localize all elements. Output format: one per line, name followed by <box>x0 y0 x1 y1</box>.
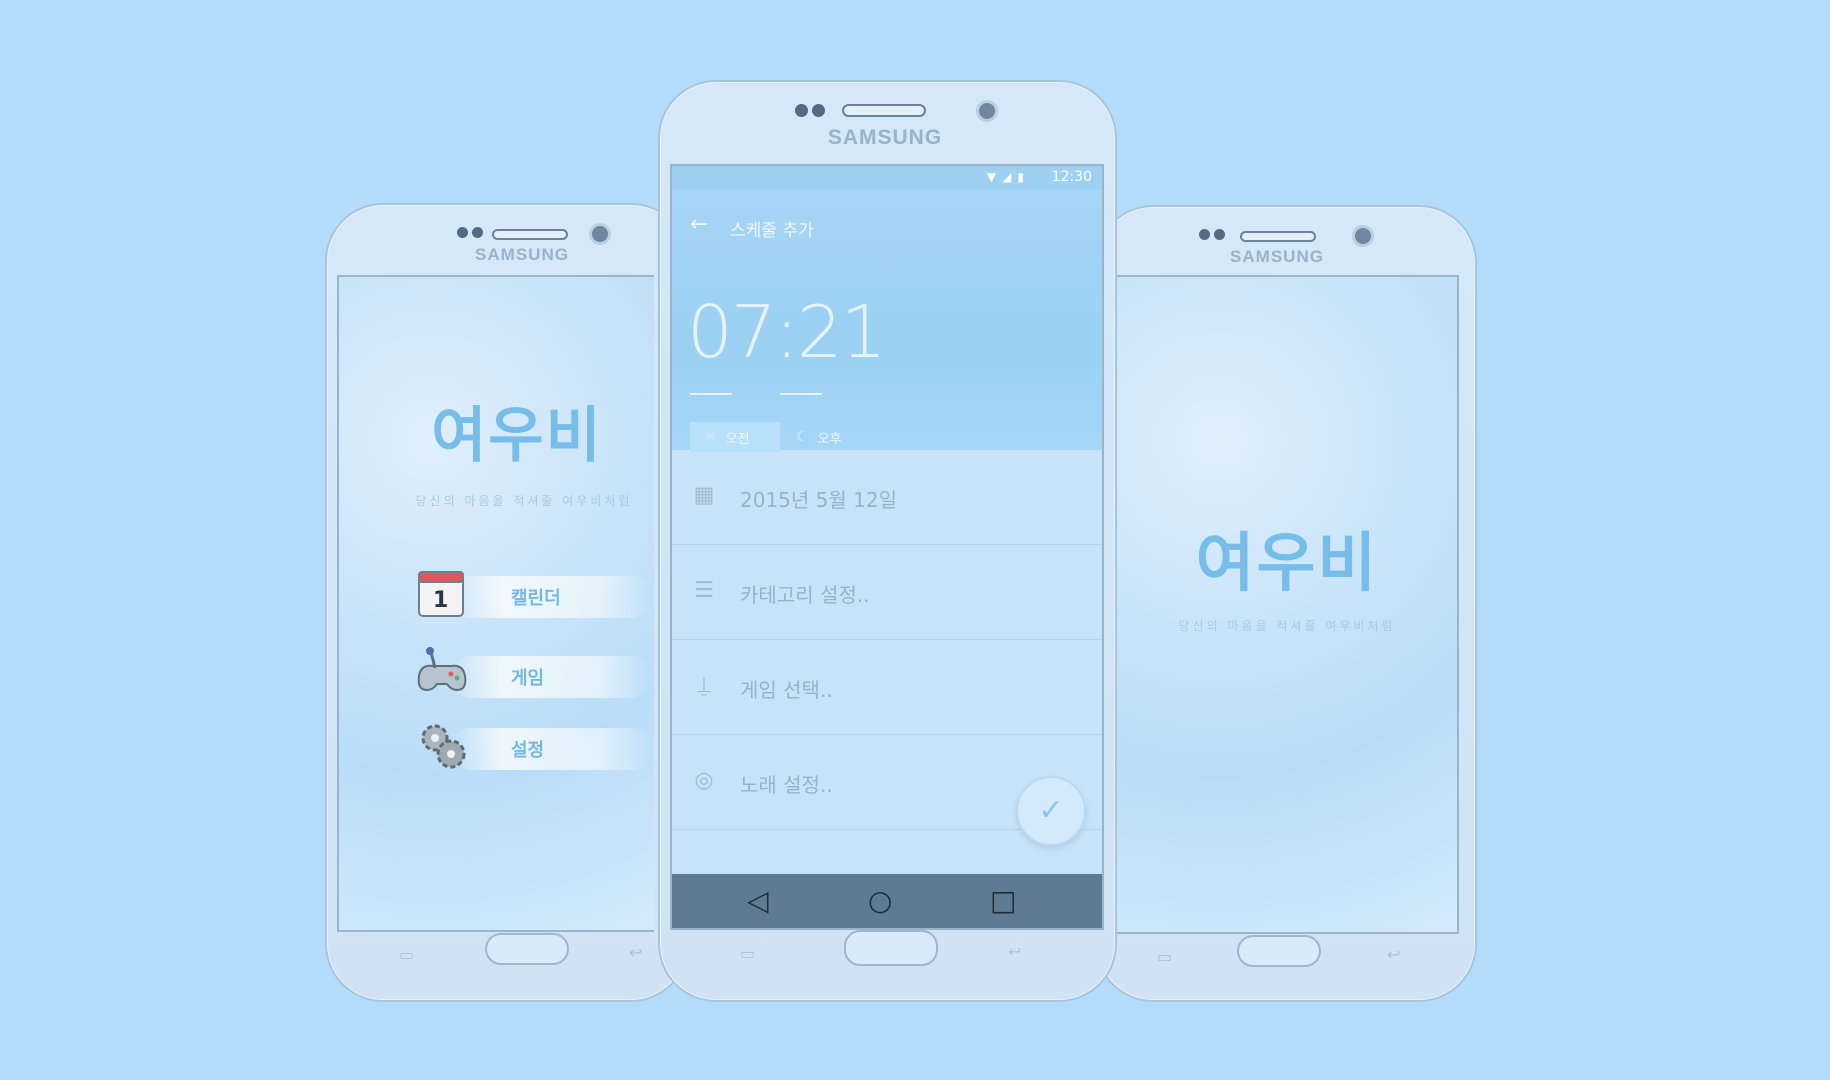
wifi-icon: ▼ <box>986 170 1003 184</box>
menu-streak <box>451 728 651 770</box>
back-soft-key-icon[interactable]: ↩ <box>629 943 642 962</box>
battery-icon: ▮ <box>1017 170 1030 184</box>
recents-soft-key-icon[interactable]: ▭ <box>740 944 755 963</box>
home-circle-icon[interactable]: ○ <box>868 886 892 916</box>
sensor-dots <box>457 227 483 238</box>
speaker-grille <box>1240 231 1316 242</box>
brand-logo: SAMSUNG <box>1230 247 1324 266</box>
app-tagline: 당신의 마음을 적셔줄 여우비처럼 <box>1178 619 1396 633</box>
center-screen: ▼◢▮ 12:30 ← 스케줄 추가 07:21 ☼ 오전 ☾ 오후 ▦ 201… <box>670 164 1104 930</box>
app-logo: 여우비 <box>1195 527 1379 601</box>
brand-logo: SAMSUNG <box>475 245 569 264</box>
front-camera-icon <box>1352 225 1374 247</box>
recents-soft-key-icon[interactable]: ▭ <box>1157 947 1172 966</box>
signal-icon: ◢ <box>1002 170 1018 184</box>
calendar-grid-icon: ▦ <box>693 483 715 508</box>
game-field[interactable]: ⍊ 게임 선택.. <box>672 640 1102 735</box>
status-time: 12:30 <box>1051 169 1092 185</box>
speaker-grille <box>492 229 568 240</box>
menu-label-calendar: 캘린더 <box>511 588 561 609</box>
brand-logo: SAMSUNG <box>827 126 943 149</box>
confirm-fab[interactable]: ✓ <box>1016 776 1086 846</box>
menu-label-settings: 설정 <box>511 740 545 761</box>
recents-square-icon[interactable]: □ <box>990 886 1016 916</box>
menu-item-settings[interactable]: 설정 <box>411 714 651 784</box>
category-placeholder: 카테고리 설정.. <box>740 583 870 607</box>
back-arrow-icon[interactable]: ← <box>690 212 708 237</box>
music-disc-icon: ◎ <box>694 768 714 793</box>
list-icon: ☰ <box>694 578 714 603</box>
back-soft-key-icon[interactable]: ↩ <box>1387 945 1400 964</box>
music-placeholder: 노래 설정.. <box>740 773 833 797</box>
home-button[interactable] <box>844 930 938 966</box>
game-placeholder: 게임 선택.. <box>740 678 833 702</box>
calendar-icon: 1 <box>418 571 464 617</box>
home-button[interactable] <box>485 933 569 965</box>
check-icon: ✓ <box>1038 793 1064 828</box>
phone-right: SAMSUNG 여우비 당신의 마음을 적셔줄 여우비처럼 ▭ ↩ <box>1095 205 1477 1002</box>
minute-underline <box>780 393 822 395</box>
menu-item-calendar[interactable]: 1 캘린더 <box>411 562 651 632</box>
am-toggle[interactable]: ☼ 오전 <box>690 422 780 452</box>
gear-icon <box>421 724 466 769</box>
back-triangle-icon[interactable]: ◁ <box>747 886 769 916</box>
pm-label: 오후 <box>817 431 842 447</box>
menu-item-game[interactable]: 게임 <box>411 642 651 712</box>
status-bar: ▼◢▮ 12:30 <box>672 166 1102 190</box>
sensor-dots <box>1199 229 1225 240</box>
pm-toggle[interactable]: ☾ 오후 <box>782 422 856 452</box>
front-camera-icon <box>589 223 611 245</box>
sun-icon: ☼ <box>704 429 716 445</box>
back-soft-key-icon[interactable]: ↩ <box>1008 942 1021 961</box>
app-logo: 여우비 <box>431 401 603 471</box>
category-field[interactable]: ☰ 카테고리 설정.. <box>672 545 1102 640</box>
phone-center: SAMSUNG ▼◢▮ 12:30 ← 스케줄 추가 07:21 ☼ 오전 ☾ … <box>658 80 1117 1002</box>
menu-streak <box>451 656 651 698</box>
svg-text:1: 1 <box>433 588 448 613</box>
date-field[interactable]: ▦ 2015년 5월 12일 <box>672 450 1102 545</box>
time-display[interactable]: 07:21 <box>687 290 886 374</box>
joystick-icon: ⍊ <box>697 673 711 698</box>
navigation-bar: ◁ ○ □ <box>672 874 1102 928</box>
sensor-dots <box>795 104 825 117</box>
hour-underline <box>690 393 732 395</box>
time-picker-header: ← 스케줄 추가 07:21 ☼ 오전 ☾ 오후 <box>672 190 1102 452</box>
phone-left: SAMSUNG 여우비 당신의 마음을 적셔줄 여우비처럼 1 캘린더 게임 설… <box>325 203 689 1002</box>
speaker-grille <box>842 104 926 117</box>
home-button[interactable] <box>1237 935 1321 967</box>
moon-icon: ☾ <box>796 429 808 445</box>
date-value: 2015년 5월 12일 <box>740 488 897 512</box>
status-icons: ▼◢▮ <box>987 170 1030 184</box>
gamepad-icon <box>417 647 467 692</box>
recents-soft-key-icon[interactable]: ▭ <box>399 945 414 964</box>
menu-label-game: 게임 <box>511 668 545 689</box>
am-label: 오전 <box>725 431 750 447</box>
right-screen: 여우비 당신의 마음을 적셔줄 여우비처럼 <box>1117 275 1459 934</box>
app-tagline: 당신의 마음을 적셔줄 여우비처럼 <box>415 494 633 508</box>
page-title: 스케줄 추가 <box>730 221 814 241</box>
front-camera-icon <box>976 100 998 122</box>
left-screen: 여우비 당신의 마음을 적셔줄 여우비처럼 1 캘린더 게임 설정 <box>337 275 654 932</box>
